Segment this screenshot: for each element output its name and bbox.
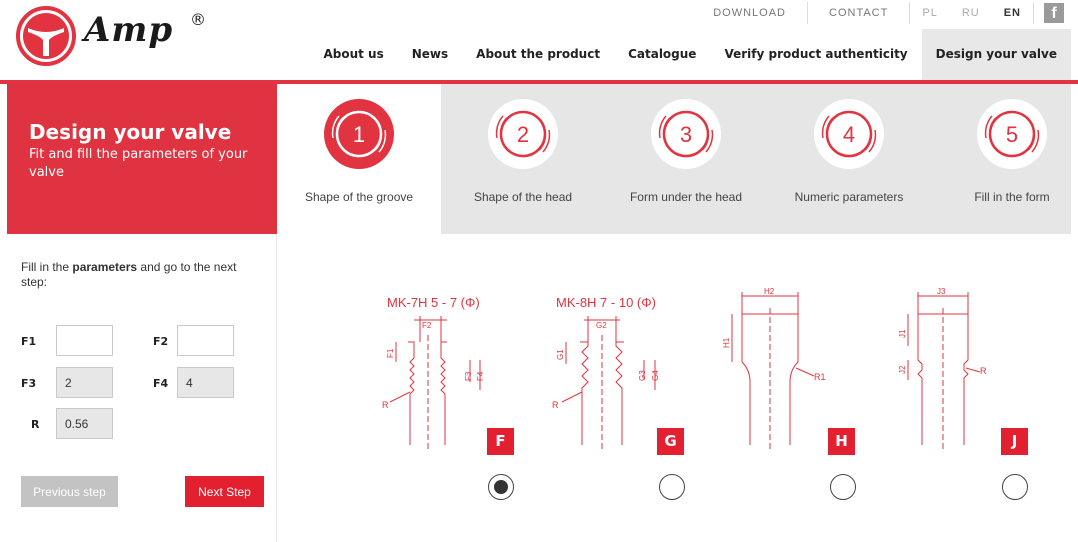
- lang-en[interactable]: EN: [992, 0, 1033, 26]
- option-f-badge: F: [487, 428, 514, 455]
- dim-g1: G1: [556, 349, 565, 360]
- label-f4: F4: [153, 377, 169, 390]
- dim-f3: F3: [464, 371, 473, 381]
- dim-h2: H2: [764, 287, 775, 296]
- dim-g2: G2: [596, 321, 607, 330]
- option-h-badge: H: [828, 428, 855, 455]
- dim-f2: F2: [422, 321, 432, 330]
- previous-step-button[interactable]: Previous step: [21, 476, 118, 507]
- download-link[interactable]: DOWNLOAD: [692, 0, 807, 26]
- input-f4[interactable]: [177, 367, 234, 398]
- step-1[interactable]: 1 Shape of the groove: [277, 84, 441, 234]
- svg-text:4: 4: [843, 122, 855, 147]
- brand-name: Amp: [84, 10, 174, 50]
- step-4-icon: 4: [813, 98, 885, 170]
- contact-link[interactable]: CONTACT: [808, 0, 909, 26]
- nav-news[interactable]: News: [398, 29, 462, 80]
- label-r: R: [31, 418, 40, 431]
- svg-text:2: 2: [517, 122, 529, 147]
- main-nav: About us News About the product Catalogu…: [309, 29, 1071, 80]
- option-h-radio[interactable]: [830, 474, 856, 500]
- facebook-icon[interactable]: f: [1044, 3, 1064, 23]
- label-f3: F3: [21, 377, 37, 390]
- header: Amp ® DOWNLOAD CONTACT PL RU EN f About …: [0, 0, 1078, 80]
- dim-h1: H1: [722, 337, 731, 348]
- topbar: DOWNLOAD CONTACT PL RU EN f: [692, 0, 1078, 26]
- step-2[interactable]: 2 Shape of the head: [441, 84, 605, 234]
- step-1-label: Shape of the groove: [304, 190, 414, 204]
- option-g-radio[interactable]: [659, 474, 685, 500]
- dim-f4: F4: [476, 371, 485, 381]
- label-f2: F2: [153, 335, 169, 348]
- dim-r: R: [980, 366, 987, 376]
- option-j-radio[interactable]: [1002, 474, 1028, 500]
- nav-verify[interactable]: Verify product authenticity: [710, 29, 921, 80]
- dim-j3: J3: [937, 287, 946, 296]
- brand-registered: ®: [190, 10, 206, 29]
- option-j-badge: J: [1001, 428, 1028, 455]
- input-r[interactable]: [56, 408, 113, 439]
- dim-j1: J1: [898, 329, 907, 338]
- step-1-icon: 1: [323, 98, 395, 170]
- lang-ru[interactable]: RU: [950, 0, 992, 26]
- option-g-badge: G: [657, 428, 684, 455]
- step-3[interactable]: 3 Form under the head: [604, 84, 768, 234]
- label-f1: F1: [21, 335, 37, 348]
- nav-catalogue[interactable]: Catalogue: [614, 29, 710, 80]
- page: Amp ® DOWNLOAD CONTACT PL RU EN f About …: [0, 0, 1078, 542]
- option-f-radio[interactable]: [488, 474, 514, 500]
- svg-text:3: 3: [680, 122, 692, 147]
- dim-r1: R1: [814, 372, 826, 382]
- step-5-icon: 5: [976, 98, 1048, 170]
- input-f3[interactable]: [56, 367, 113, 398]
- dim-f1: F1: [386, 348, 395, 358]
- dim-g4: G4: [651, 370, 660, 381]
- nav-about-product[interactable]: About the product: [462, 29, 614, 80]
- step-3-icon: 3: [650, 98, 722, 170]
- step-2-icon: 2: [487, 98, 559, 170]
- step-3-label: Form under the head: [629, 190, 743, 204]
- nav-design-valve[interactable]: Design your valve: [921, 29, 1071, 80]
- lang-pl[interactable]: PL: [910, 0, 949, 26]
- step-5-label: Fill in the form: [974, 190, 1050, 204]
- intro-panel: Design your valve Fit and fill the param…: [7, 84, 277, 234]
- divider: [1033, 2, 1034, 24]
- svg-text:5: 5: [1006, 122, 1018, 147]
- dim-g3: G3: [638, 370, 647, 381]
- svg-text:1: 1: [353, 122, 365, 147]
- step-2-label: Shape of the head: [473, 190, 573, 204]
- next-step-button[interactable]: Next Step: [185, 476, 264, 507]
- intro-title: Design your valve: [29, 120, 232, 144]
- step-4[interactable]: 4 Numeric parameters: [767, 84, 931, 234]
- amp-logo-icon[interactable]: [16, 6, 76, 66]
- nav-about-us[interactable]: About us: [309, 29, 397, 80]
- dim-j2: J2: [898, 365, 907, 374]
- intro-subtitle: Fit and fill the parameters of your valv…: [29, 147, 248, 180]
- input-f2[interactable]: [177, 325, 234, 356]
- parameters-hint: Fill in the parameters and go to the nex…: [21, 260, 237, 289]
- step-4-label: Numeric parameters: [794, 190, 904, 204]
- step-5[interactable]: 5 Fill in the form: [930, 84, 1078, 234]
- dim-r: R: [552, 400, 559, 410]
- input-f1[interactable]: [56, 325, 113, 356]
- dim-r: R: [382, 400, 389, 410]
- parameters-panel: Fill in the parameters and go to the nex…: [7, 234, 277, 542]
